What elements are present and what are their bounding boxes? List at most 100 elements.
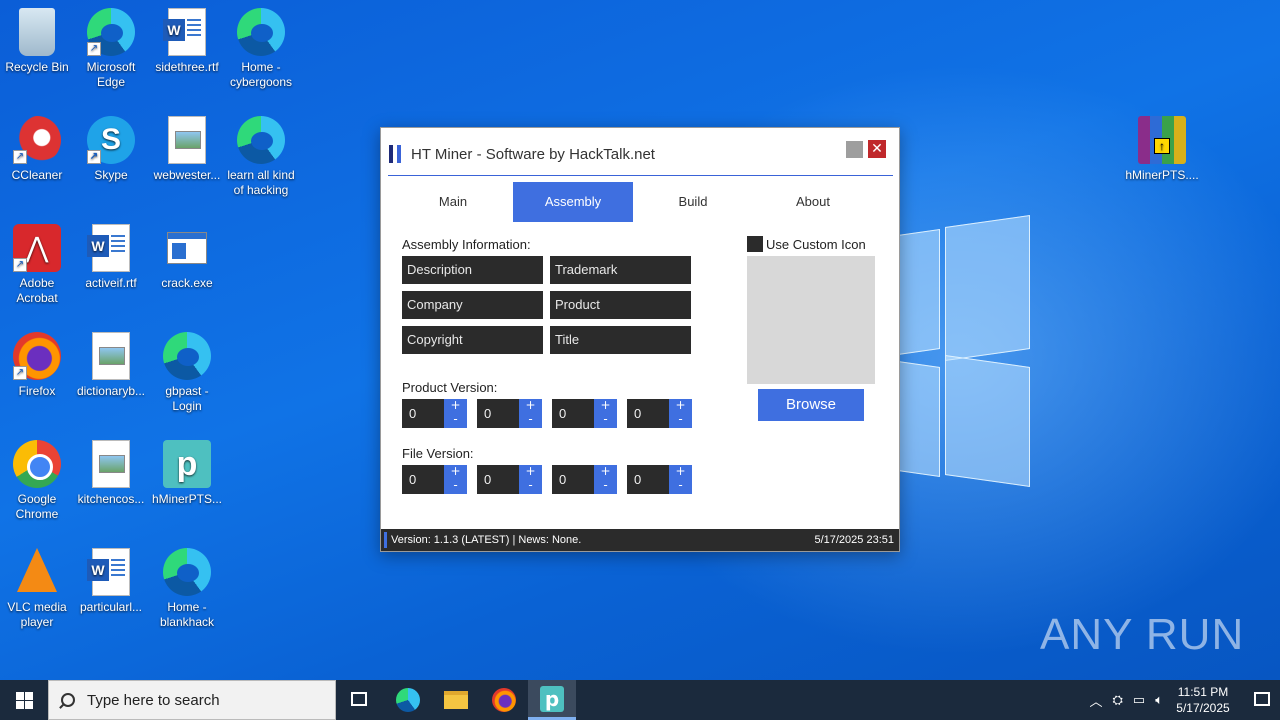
version-value-input[interactable]: 0 [402, 465, 444, 494]
desktop-icon-crack-exe[interactable]: crack.exe [150, 224, 224, 291]
tab-assembly[interactable]: Assembly [513, 182, 633, 222]
desktop-icon-adobe-acrobat[interactable]: ⋀ ↗ Adobe Acrobat [0, 224, 74, 306]
version-value-input[interactable]: 0 [477, 399, 519, 428]
increment-button[interactable]: + [519, 399, 542, 413]
desktop-icon-google-chrome[interactable]: Google Chrome [0, 440, 74, 522]
product-version-major: 0 + - [402, 399, 467, 428]
desktop-icon-hminerpts-rar[interactable]: ↑ hMinerPTS.... [1120, 116, 1204, 183]
desktop-icon-label: gbpast - Login [165, 384, 209, 413]
taskbar-firefox[interactable] [480, 680, 528, 720]
start-button[interactable] [0, 680, 48, 720]
taskbar: Type here to search p ︿ ⛭ ▭ 🔈︎ 11:51 PM … [0, 680, 1280, 720]
device-icon[interactable]: ⛭ [1112, 692, 1122, 708]
taskbar-edge[interactable] [384, 680, 432, 720]
increment-button[interactable]: + [594, 399, 617, 413]
clock[interactable]: 11:51 PM 5/17/2025 [1168, 684, 1238, 716]
desktop-icon-home-cybergoons[interactable]: Home - cybergoons [224, 8, 298, 90]
edge-icon [237, 116, 285, 164]
increment-button[interactable]: + [669, 399, 692, 413]
version-value-input[interactable]: 0 [627, 399, 669, 428]
executable-icon [163, 224, 211, 272]
image-file-icon [92, 332, 130, 380]
decrement-button[interactable]: - [669, 479, 692, 493]
desktop-icon-activeif-rtf[interactable]: W activeif.rtf [74, 224, 148, 291]
desktop-icon-microsoft-edge[interactable]: ↗ Microsoft Edge [74, 8, 148, 90]
status-version-news: Version: 1.1.3 (LATEST) | News: None. [391, 534, 582, 546]
taskbar-file-explorer[interactable] [432, 680, 480, 720]
desktop-icon-sidethree-rtf[interactable]: W sidethree.rtf [150, 8, 224, 75]
hminer-app-icon: p [540, 686, 564, 712]
increment-button[interactable]: + [594, 465, 617, 479]
desktop-icon-ccleaner[interactable]: ↗ CCleaner [0, 116, 74, 183]
desktop-icon-dictionaryb[interactable]: dictionaryb... [74, 332, 148, 399]
desktop-icon-label: webwester... [153, 168, 221, 182]
description-field[interactable]: Description [402, 256, 543, 284]
desktop-icon-hminerpts[interactable]: p hMinerPTS... [150, 440, 224, 507]
decrement-button[interactable]: - [444, 479, 467, 493]
decrement-button[interactable]: - [669, 413, 692, 427]
increment-button[interactable]: + [519, 465, 542, 479]
decrement-button[interactable]: - [519, 479, 542, 493]
desktop-icon-label: hMinerPTS... [151, 492, 223, 506]
windows-logo-icon [16, 701, 24, 709]
desktop-icon-vlc[interactable]: VLC media player [0, 548, 74, 630]
tab-main[interactable]: Main [393, 182, 513, 222]
window-titlebar[interactable]: HT Miner - Software by HackTalk.net [389, 142, 655, 166]
desktop-icon-home-blankhack[interactable]: Home - blankhack [150, 548, 224, 630]
desktop-icon-webwester[interactable]: webwester... [150, 116, 224, 183]
desktop: Recycle Bin ↗ CCleaner ⋀ ↗ Adobe Acrobat … [0, 0, 1280, 680]
taskbar-search-box[interactable]: Type here to search [48, 680, 336, 720]
hminer-app-icon: p [163, 440, 211, 488]
increment-button[interactable]: + [669, 465, 692, 479]
chevron-up-icon[interactable]: ︿ [1089, 691, 1102, 710]
word-document-icon: W [87, 224, 130, 272]
network-icon[interactable]: ▭ [1133, 692, 1145, 708]
recycle-bin-icon [19, 8, 55, 56]
product-version-revision: 0 + - [627, 399, 692, 428]
version-value-input[interactable]: 0 [477, 465, 519, 494]
desktop-icon-gbpast-login[interactable]: gbpast - Login [150, 332, 224, 414]
desktop-icon-recycle-bin[interactable]: Recycle Bin [0, 8, 74, 75]
desktop-icon-label: Skype [94, 168, 128, 182]
company-field[interactable]: Company [402, 291, 543, 319]
title-separator [388, 175, 893, 176]
title-field[interactable]: Title [550, 326, 691, 354]
desktop-icon-particularl[interactable]: W particularl... [74, 548, 148, 615]
taskbar-hminer[interactable]: p [528, 680, 576, 720]
desktop-icon-learn-hacking[interactable]: learn all kind of hacking [224, 116, 298, 198]
version-value-input[interactable]: 0 [627, 465, 669, 494]
volume-icon[interactable]: 🔈︎ [1155, 692, 1163, 708]
tab-about[interactable]: About [753, 182, 873, 222]
product-field[interactable]: Product [550, 291, 691, 319]
desktop-icon-kitchencos[interactable]: kitchencos... [74, 440, 148, 507]
ht-miner-window: HT Miner - Software by HackTalk.net ✕ Ma… [380, 127, 900, 552]
use-custom-icon-checkbox[interactable] [747, 236, 763, 252]
decrement-button[interactable]: - [594, 413, 617, 427]
winrar-archive-icon: ↑ [1138, 116, 1186, 164]
desktop-icon-label: Adobe Acrobat [16, 276, 58, 305]
file-version-minor: 0 + - [477, 465, 542, 494]
version-value-input[interactable]: 0 [552, 465, 594, 494]
desktop-icon-firefox[interactable]: ↗ Firefox [0, 332, 74, 399]
desktop-icon-skype[interactable]: S ↗ Skype [74, 116, 148, 183]
trademark-field[interactable]: Trademark [550, 256, 691, 284]
desktop-icon-label: hMinerPTS.... [1125, 168, 1199, 182]
task-view-button[interactable] [336, 680, 384, 720]
desktop-icon-label: activeif.rtf [85, 276, 137, 290]
copyright-field[interactable]: Copyright [402, 326, 543, 354]
increment-button[interactable]: + [444, 465, 467, 479]
increment-button[interactable]: + [444, 399, 467, 413]
decrement-button[interactable]: - [594, 479, 617, 493]
version-value-input[interactable]: 0 [402, 399, 444, 428]
close-button[interactable]: ✕ [868, 140, 886, 158]
windows-logo-icon [16, 692, 24, 700]
decrement-button[interactable]: - [444, 413, 467, 427]
minimize-button[interactable] [846, 141, 863, 158]
file-version-label: File Version: [402, 446, 474, 461]
decrement-button[interactable]: - [519, 413, 542, 427]
notifications-button[interactable] [1246, 680, 1280, 720]
tab-build[interactable]: Build [633, 182, 753, 222]
version-value-input[interactable]: 0 [552, 399, 594, 428]
vlc-icon [17, 548, 57, 592]
browse-button[interactable]: Browse [758, 389, 864, 421]
